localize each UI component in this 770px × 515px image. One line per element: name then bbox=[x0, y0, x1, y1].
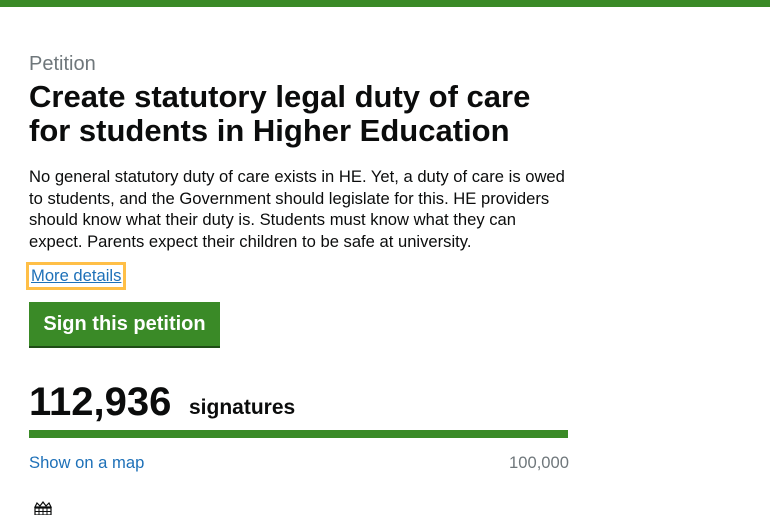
petition-summary: No general statutory duty of care exists… bbox=[29, 167, 565, 251]
sign-petition-button[interactable]: Sign this petition bbox=[29, 302, 220, 346]
top-brand-bar bbox=[0, 0, 770, 7]
show-on-map-link[interactable]: Show on a map bbox=[29, 453, 144, 473]
more-details-link[interactable]: More details bbox=[26, 262, 127, 290]
signature-progress-bar bbox=[29, 430, 568, 438]
signature-label: signatures bbox=[189, 396, 296, 419]
page-caption: Petition bbox=[29, 53, 96, 75]
signature-progress-fill bbox=[29, 430, 568, 438]
petition-title: Create statutory legal duty of care for … bbox=[29, 79, 531, 148]
signature-target: 100,000 bbox=[509, 453, 569, 472]
signature-count: 112,936 bbox=[29, 380, 172, 424]
